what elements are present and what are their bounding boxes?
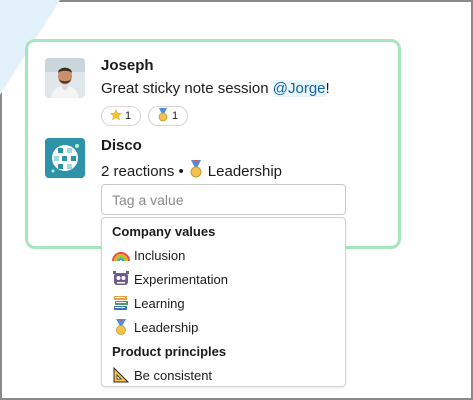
avatar-joseph[interactable] [45,58,85,98]
tag-value-input[interactable] [101,184,346,215]
reaction-count: 1 [125,110,132,122]
group-label: Product principles [112,344,227,359]
triangular-ruler-icon [112,366,130,383]
mention-link[interactable]: @Jorge [272,80,326,97]
medal-icon [112,319,130,335]
reaction-medal[interactable]: 1 [148,106,188,126]
star-icon [109,108,123,124]
books-icon [112,295,130,311]
option-be-consistent[interactable]: Be consistent [112,366,212,384]
tag-label: Leadership [207,162,283,180]
author-name[interactable]: Joseph [101,57,154,74]
reaction-count: 1 [172,110,179,122]
author-name[interactable]: Disco [101,137,142,154]
avatar-disco[interactable] [45,138,85,178]
rainbow-icon [112,247,130,263]
reaction-star[interactable]: 1 [101,106,141,126]
option-inclusion[interactable]: Inclusion [112,246,185,264]
group-label: Company values [112,224,216,239]
option-experimentation[interactable]: Experimentation [112,270,228,288]
medal-icon [188,160,204,182]
tag-dropdown: Company values Inclusion Experimentation [101,217,346,387]
reactions-summary: 2 reactions • Leadership [101,160,282,182]
alien-monster-icon [112,271,130,287]
option-leadership[interactable]: Leadership [112,318,198,336]
option-learning[interactable]: Learning [112,294,185,312]
medal-icon [157,107,169,125]
message-text: Great sticky note session @Jorge! [101,80,330,97]
